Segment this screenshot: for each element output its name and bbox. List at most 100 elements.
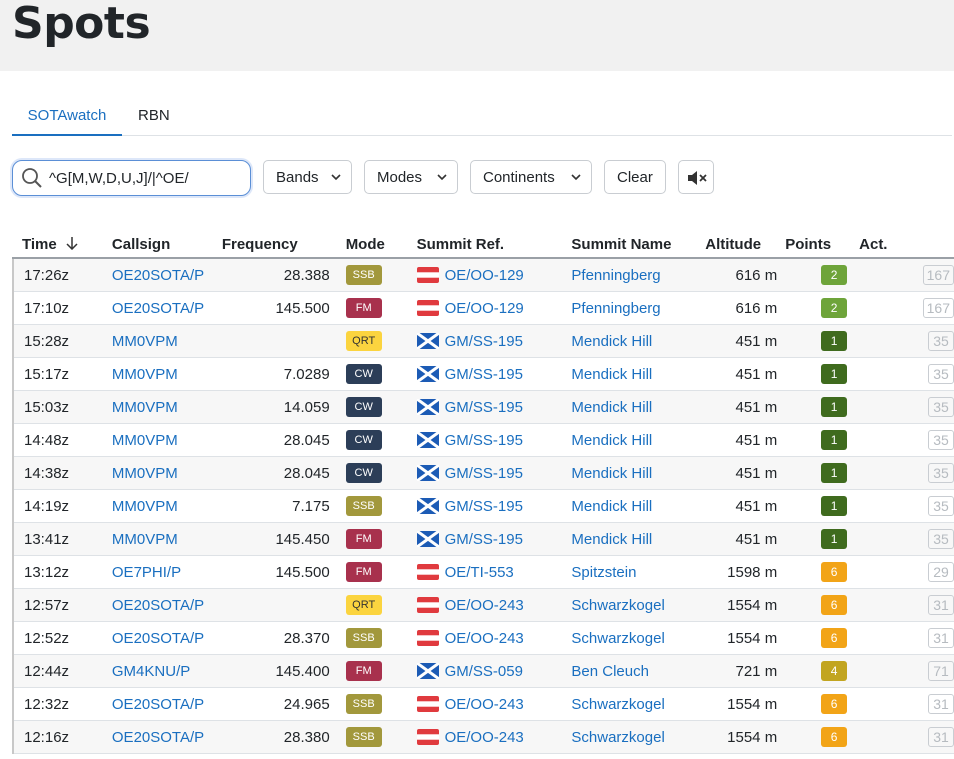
points-badge: 2: [821, 265, 848, 285]
column-header-frequency[interactable]: Frequency: [221, 226, 340, 259]
callsign-link[interactable]: MM0VPM: [112, 432, 178, 449]
summit-name-link[interactable]: Schwarzkogel: [571, 729, 664, 746]
points-badge: 6: [821, 628, 848, 648]
points-badge: 1: [821, 397, 848, 417]
callsign-link[interactable]: GM4KNU/P: [112, 663, 190, 680]
activations-badge: 167: [922, 265, 954, 285]
summit-ref-link[interactable]: OE/OO-243: [445, 696, 524, 713]
summit-ref-link[interactable]: OE/OO-243: [445, 630, 524, 647]
summit-ref-link[interactable]: GM/SS-195: [445, 432, 523, 449]
summit-ref-link[interactable]: OE/OO-243: [445, 597, 524, 614]
tab-sotawatch[interactable]: SOTAwatch: [12, 98, 122, 136]
callsign-link[interactable]: MM0VPM: [112, 333, 178, 350]
page-header: Spots: [0, 0, 954, 71]
summit-ref-link[interactable]: GM/SS-195: [445, 498, 523, 515]
search-input[interactable]: [49, 166, 241, 190]
column-header-act[interactable]: Act.: [859, 226, 954, 259]
column-header-time[interactable]: Time: [13, 226, 104, 259]
column-header-altitude[interactable]: Altitude: [705, 226, 786, 259]
summit-altitude: 451 m: [705, 522, 786, 556]
callsign-link[interactable]: OE20SOTA/P: [112, 597, 204, 614]
summit-name-link[interactable]: Schwarzkogel: [571, 597, 664, 614]
summit-ref-link[interactable]: OE/TI-553: [445, 564, 514, 581]
summit-ref-link[interactable]: GM/SS-195: [445, 465, 523, 482]
summit-name-link[interactable]: Pfenningberg: [571, 267, 660, 284]
spot-time: 12:32z: [12, 687, 104, 721]
column-header-mode[interactable]: Mode: [339, 226, 411, 259]
summit-name-link[interactable]: Mendick Hill: [571, 432, 652, 449]
callsign-link[interactable]: MM0VPM: [112, 399, 178, 416]
summit-name-link[interactable]: Pfenningberg: [571, 300, 660, 317]
spot-frequency: 28.370: [221, 621, 340, 655]
mode-badge: SSB: [345, 727, 382, 747]
points-badge: 6: [821, 562, 848, 582]
scotland-flag-icon: [416, 464, 439, 481]
callsign-link[interactable]: OE20SOTA/P: [112, 729, 204, 746]
mode-badge: SSB: [345, 496, 382, 516]
spot-time: 14:19z: [12, 489, 104, 523]
spot-time: 14:38z: [12, 456, 104, 490]
summit-altitude: 1554 m: [705, 720, 786, 754]
callsign-link[interactable]: MM0VPM: [112, 531, 178, 548]
clear-button[interactable]: Clear: [604, 160, 666, 194]
summit-ref-link[interactable]: OE/OO-129: [445, 267, 524, 284]
mode-badge: QRT: [345, 595, 382, 615]
spot-time: 12:44z: [12, 654, 104, 688]
callsign-link[interactable]: MM0VPM: [112, 465, 178, 482]
activations-badge: 35: [928, 430, 954, 450]
summit-name-link[interactable]: Mendick Hill: [571, 498, 652, 515]
table-row: 15:28z MM0VPM QRT GM/SS-195 Mendick Hill 451 …: [12, 324, 954, 358]
summit-ref-link[interactable]: GM/SS-195: [445, 333, 523, 350]
summit-name-link[interactable]: Mendick Hill: [571, 366, 652, 383]
bands-dropdown[interactable]: Bands: [263, 160, 352, 194]
summit-ref-link[interactable]: GM/SS-195: [445, 366, 523, 383]
callsign-link[interactable]: OE20SOTA/P: [112, 696, 204, 713]
spot-frequency: 28.045: [221, 456, 340, 490]
spot-frequency: 28.380: [221, 720, 340, 754]
callsign-link[interactable]: OE7PHI/P: [112, 564, 181, 581]
spot-frequency: 145.500: [221, 291, 340, 325]
table-row: 17:26z OE20SOTA/P 28.388 SSB OE/OO-129 Pfenni…: [12, 258, 954, 292]
callsign-link[interactable]: OE20SOTA/P: [112, 630, 204, 647]
summit-name-link[interactable]: Mendick Hill: [571, 333, 652, 350]
activations-badge: 31: [928, 628, 954, 648]
column-header-summit-name[interactable]: Summit Name: [565, 226, 706, 259]
table-row: 12:44z GM4KNU/P 145.400 FM GM/SS-059 Ben Cleu…: [12, 654, 954, 688]
summit-name-link[interactable]: Mendick Hill: [571, 465, 652, 482]
summit-ref-link[interactable]: GM/SS-195: [445, 531, 523, 548]
summit-name-link[interactable]: Schwarzkogel: [571, 630, 664, 647]
summit-ref-link[interactable]: GM/SS-195: [445, 399, 523, 416]
callsign-link[interactable]: MM0VPM: [112, 366, 178, 383]
points-badge: 6: [821, 595, 848, 615]
table-row: 13:41z MM0VPM 145.450 FM GM/SS-195 Mendick Hi…: [12, 522, 954, 556]
scotland-flag-icon: [416, 398, 439, 415]
summit-name-link[interactable]: Mendick Hill: [571, 531, 652, 548]
summit-name-link[interactable]: Mendick Hill: [571, 399, 652, 416]
table-header-row: Time Callsign Frequency Mode Summit Ref.…: [13, 226, 954, 259]
tab-rbn[interactable]: RBN: [138, 98, 170, 134]
austria-flag-icon: [416, 563, 439, 580]
column-header-callsign[interactable]: Callsign: [103, 226, 222, 259]
continents-dropdown[interactable]: Continents: [470, 160, 592, 194]
chevron-down-icon: [437, 174, 447, 181]
points-badge: 1: [821, 430, 848, 450]
summit-name-link[interactable]: Schwarzkogel: [571, 696, 664, 713]
callsign-link[interactable]: OE20SOTA/P: [112, 267, 204, 284]
summit-ref-link[interactable]: OE/OO-243: [445, 729, 524, 746]
summit-name-link[interactable]: Spitzstein: [571, 564, 636, 581]
table-row: 15:03z MM0VPM 14.059 CW GM/SS-195 Mendick Hil…: [12, 390, 954, 424]
arrow-down-icon: [66, 237, 78, 251]
mute-button[interactable]: [678, 160, 714, 194]
summit-ref-link[interactable]: GM/SS-059: [445, 663, 523, 680]
summit-altitude: 451 m: [705, 489, 786, 523]
summit-ref-link[interactable]: OE/OO-129: [445, 300, 524, 317]
spot-time: 13:12z: [12, 555, 104, 589]
column-header-summit-ref[interactable]: Summit Ref.: [410, 226, 566, 259]
summit-name-link[interactable]: Ben Cleuch: [571, 663, 649, 680]
column-header-points[interactable]: Points: [785, 226, 860, 259]
modes-dropdown[interactable]: Modes: [364, 160, 458, 194]
spot-time: 12:57z: [12, 588, 104, 622]
spots-table: Time Callsign Frequency Mode Summit Ref.…: [12, 226, 954, 754]
callsign-link[interactable]: OE20SOTA/P: [112, 300, 204, 317]
callsign-link[interactable]: MM0VPM: [112, 498, 178, 515]
